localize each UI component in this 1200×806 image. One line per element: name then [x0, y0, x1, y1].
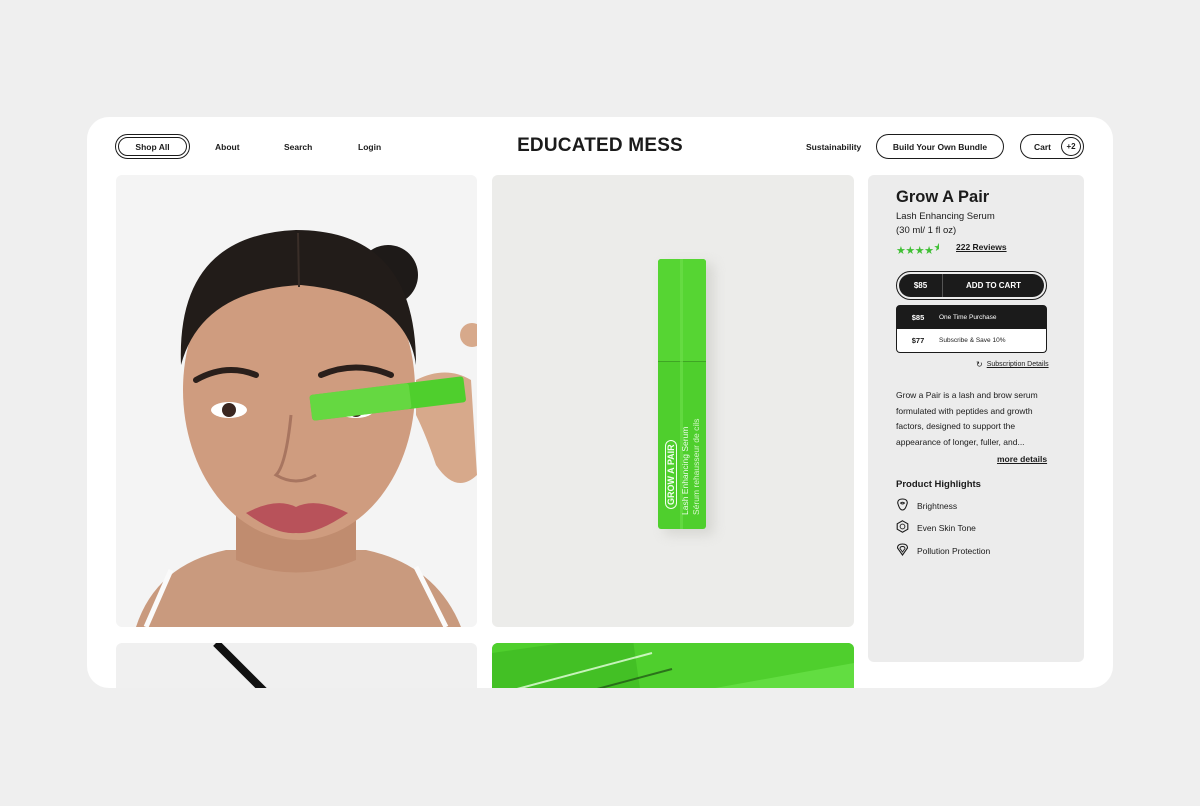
shop-all-label: Shop All — [135, 141, 170, 152]
cart-count-badge: +2 — [1061, 136, 1081, 156]
refresh-icon: ↻ — [976, 360, 983, 369]
purchase-option-subscribe[interactable]: $77 Subscribe & Save 10% — [896, 329, 1047, 353]
pollution-protection-icon — [896, 543, 909, 558]
add-to-cart-inner: $85 ADD TO CART — [899, 274, 1044, 297]
shop-all-button[interactable]: Shop All — [115, 134, 190, 159]
tube-body: GROW A PAIR Lash Enhancing Serum Sérum r… — [658, 259, 706, 529]
rating-stars: ★★★★★ — [896, 242, 940, 257]
add-to-cart-label: ADD TO CART — [966, 281, 1021, 290]
product-image-model[interactable] — [116, 175, 477, 627]
nav-search[interactable]: Search — [284, 134, 312, 159]
add-to-cart-price: $85 — [899, 274, 943, 297]
highlight-brightness: Brightness — [896, 498, 957, 513]
product-image-brush[interactable] — [116, 643, 477, 688]
cart-button[interactable]: Cart +2 — [1020, 134, 1084, 159]
cart-label: Cart — [1034, 141, 1052, 152]
subscription-details-label: Subscription Details — [986, 361, 1049, 368]
purchase-option-one-time[interactable]: $85 One Time Purchase — [896, 305, 1047, 329]
app-frame: Shop All About Search Login EDUCATED MES… — [87, 117, 1113, 688]
brand-logo[interactable]: EDUCATED MESS — [467, 133, 733, 159]
option-label: Subscribe & Save 10% — [939, 337, 1006, 344]
tube-line-1: Lash Enhancing Serum — [680, 426, 690, 515]
nav-login[interactable]: Login — [358, 134, 381, 159]
product-size: (30 ml/ 1 fl oz) — [896, 225, 957, 236]
highlight-label: Pollution Protection — [917, 545, 991, 556]
closeup-illustration — [492, 643, 854, 688]
highlight-pollution-protection: Pollution Protection — [896, 543, 990, 558]
product-subtitle-line: Lash Enhancing Serum — [896, 211, 995, 222]
brush-illustration — [213, 643, 267, 688]
even-skin-tone-icon — [896, 520, 909, 535]
nav-sustainability[interactable]: Sustainability — [806, 134, 861, 159]
product-description: Grow a Pair is a lash and brow serum for… — [896, 390, 1038, 447]
model-illustration — [136, 230, 477, 627]
brightness-icon — [896, 498, 909, 513]
highlight-even-skin-tone: Even Skin Tone — [896, 520, 976, 535]
highlights-title: Product Highlights — [896, 479, 981, 490]
nav-about[interactable]: About — [215, 134, 240, 159]
option-price: $85 — [911, 312, 925, 322]
highlight-label: Even Skin Tone — [917, 522, 976, 533]
highlight-label: Brightness — [917, 500, 958, 511]
product-image-tube[interactable]: GROW A PAIR Lash Enhancing Serum Sérum r… — [492, 175, 854, 627]
option-price: $77 — [911, 336, 925, 345]
reviews-link[interactable]: 222 Reviews — [956, 242, 1007, 252]
more-details-link[interactable]: more details — [997, 454, 1047, 464]
product-subtitle: Lash Enhancing Serum (30 ml/ 1 fl oz) — [896, 210, 1046, 238]
tube-line-2: Sérum rehausseur de cils — [691, 418, 701, 515]
tube-brand: GROW A PAIR — [665, 440, 677, 509]
subscription-details-link[interactable]: ↻ Subscription Details — [976, 360, 1049, 369]
option-label: One Time Purchase — [939, 313, 997, 321]
product-image-closeup[interactable] — [492, 643, 854, 688]
shop-all-inner: Shop All — [118, 137, 187, 156]
build-bundle-button[interactable]: Build Your Own Bundle — [876, 134, 1004, 159]
product-title: Grow A Pair — [896, 188, 990, 206]
product-panel: Grow A Pair Lash Enhancing Serum (30 ml/… — [868, 175, 1084, 662]
add-to-cart-button[interactable]: $85 ADD TO CART — [896, 271, 1047, 300]
